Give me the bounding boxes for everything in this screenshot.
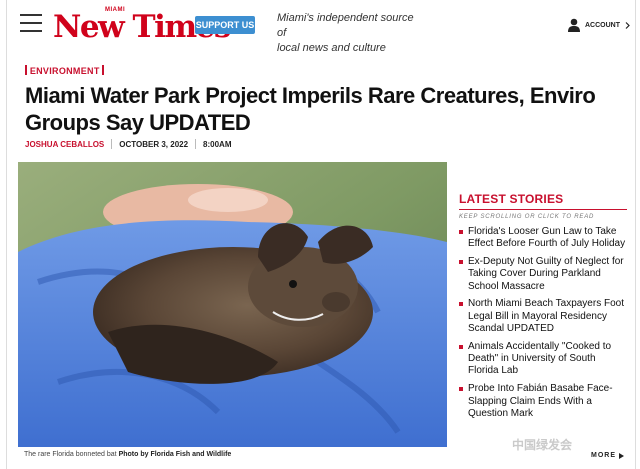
site-tagline: Miami's independent source of local news…: [277, 11, 417, 56]
caption-text: The rare Florida bonneted bat: [24, 451, 117, 458]
latest-stories-title: LATEST STORIES: [459, 192, 564, 206]
user-icon: [568, 18, 580, 32]
more-label: MORE: [591, 452, 616, 459]
bullet-icon: [459, 260, 463, 265]
more-button[interactable]: MORE: [591, 452, 624, 459]
bullet-icon: [459, 302, 463, 307]
caption-credit: Photo by Florida Fish and Wildlife: [118, 451, 232, 458]
tagline-line-2: local news and culture: [277, 42, 386, 54]
watermark: 中国绿发会: [512, 438, 573, 452]
support-us-button[interactable]: SUPPORT US: [195, 16, 255, 34]
category-label[interactable]: ENVIRONMENT: [25, 65, 105, 76]
article-date: OCTOBER 3, 2022: [119, 139, 189, 149]
account-label: ACCOUNT: [585, 21, 620, 29]
article-photo-bat: [18, 162, 447, 447]
story-item[interactable]: Ex-Deputy Not Guilty of Neglect for Taki…: [459, 256, 627, 293]
story-title: North Miami Beach Taxpayers Foot Legal B…: [468, 298, 624, 335]
photo-caption: The rare Florida bonneted bat Photo by F…: [24, 451, 231, 458]
article-time: 8:00AM: [203, 139, 232, 149]
story-title: Ex-Deputy Not Guilty of Neglect for Taki…: [468, 256, 624, 292]
story-title: Animals Accidentally "Cooked to Death" i…: [468, 340, 612, 377]
article-headline: Miami Water Park Project Imperils Rare C…: [25, 83, 596, 135]
latest-stories-sidebar: LATEST STORIES KEEP SCROLLING OR CLICK T…: [459, 192, 627, 426]
bullet-icon: [459, 230, 463, 234]
play-arrow-icon: [619, 452, 624, 459]
tagline-line-1: Miami's independent source of: [277, 12, 414, 39]
story-title: Florida's Looser Gun Law to Take Effect …: [468, 226, 626, 250]
byline: JOSHUA CEBALLOS OCTOBER 3, 2022 8:00AM: [25, 139, 232, 149]
story-title: Probe Into Fabián Basabe Face-Slapping C…: [468, 383, 613, 419]
byline-divider: [195, 139, 197, 149]
account-button[interactable]: ACCOUNT: [568, 16, 630, 34]
bullet-icon: [459, 344, 463, 349]
site-logo[interactable]: MIAMI New Times: [53, 7, 231, 45]
byline-divider: [111, 139, 113, 149]
category-bar-left: [25, 65, 27, 75]
category-text: ENVIRONMENT: [29, 66, 100, 76]
story-item[interactable]: Animals Accidentally "Cooked to Death" i…: [459, 341, 627, 378]
author-link[interactable]: JOSHUA CEBALLOS: [25, 140, 104, 149]
bullet-icon: [459, 387, 463, 392]
story-item[interactable]: Probe Into Fabián Basabe Face-Slapping C…: [459, 383, 627, 420]
sidebar-subtitle: KEEP SCROLLING OR CLICK TO READ: [459, 214, 595, 220]
story-list: Florida's Looser Gun Law to Take Effect …: [459, 226, 627, 420]
story-item[interactable]: North Miami Beach Taxpayers Foot Legal B…: [459, 298, 627, 335]
chevron-right-icon: [625, 21, 630, 29]
story-item[interactable]: Florida's Looser Gun Law to Take Effect …: [459, 226, 627, 251]
menu-icon[interactable]: [20, 14, 42, 34]
category-bar-right: [102, 65, 105, 75]
sidebar-rule: [459, 209, 627, 210]
